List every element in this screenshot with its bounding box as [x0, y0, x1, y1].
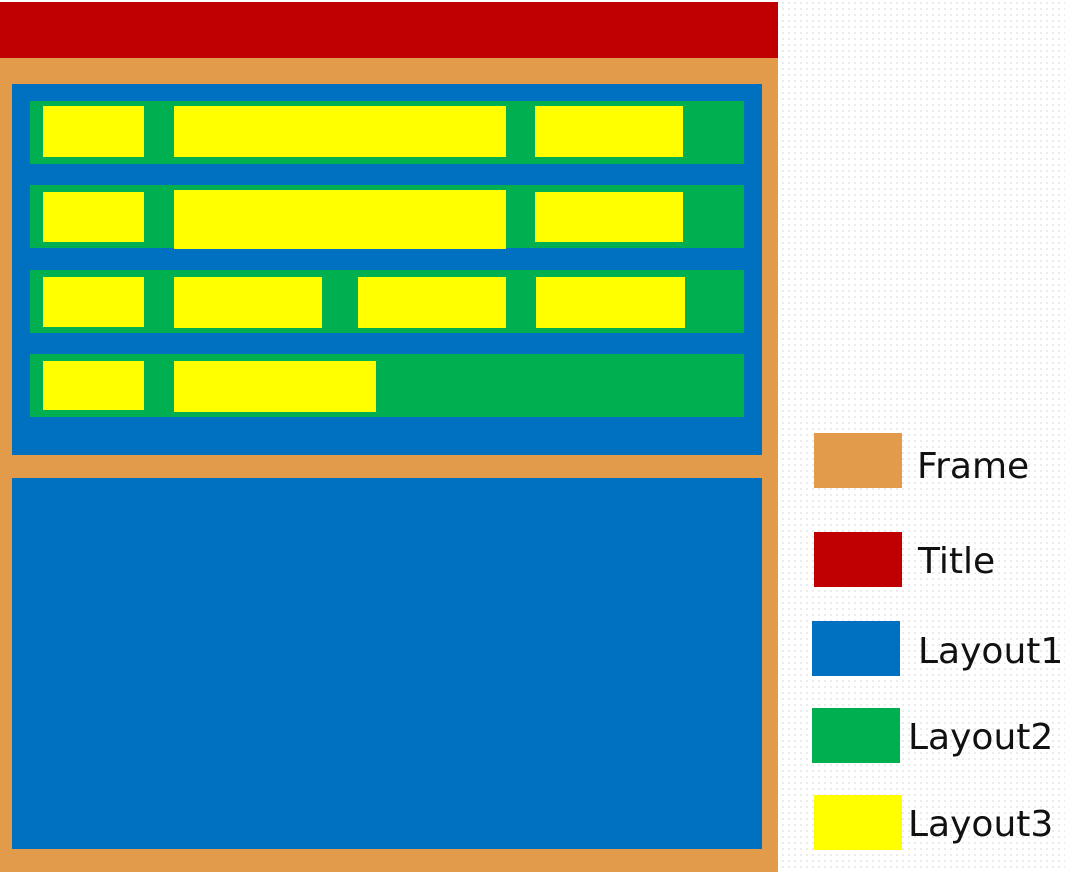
layout3-cell-r1-c1 — [43, 106, 144, 157]
legend-label-layout2: Layout2 — [908, 717, 1054, 758]
layout3-cell-r3-c2 — [174, 277, 322, 328]
layout3-cell-r3-c3 — [358, 277, 506, 328]
legend-label-layout3: Layout3 — [908, 804, 1054, 845]
legend-swatch-layout1 — [812, 621, 900, 676]
layout3-cell-r1-c2 — [174, 106, 506, 157]
legend-swatch-layout2 — [812, 708, 900, 763]
legend-swatch-title — [814, 532, 902, 587]
layout3-cell-r3-c1 — [43, 277, 144, 327]
layout3-cell-r3-c4 — [536, 277, 685, 328]
layout3-cell-r2-c2 — [174, 190, 506, 249]
legend-label-title: Title — [918, 541, 996, 582]
layout3-cell-r4-c2 — [174, 361, 376, 412]
layout3-cell-r2-c1 — [43, 192, 144, 242]
legend-swatch-frame — [814, 433, 902, 488]
layout1-region-bottom — [12, 478, 762, 849]
layout3-cell-r4-c1 — [43, 361, 144, 410]
layout3-cell-r2-c3 — [535, 192, 683, 242]
title-region — [0, 2, 778, 58]
layout3-cell-r1-c3 — [535, 106, 683, 157]
legend-label-layout1: Layout1 — [918, 631, 1064, 672]
legend-swatch-layout3 — [814, 795, 902, 850]
legend-label-frame: Frame — [917, 446, 1030, 487]
